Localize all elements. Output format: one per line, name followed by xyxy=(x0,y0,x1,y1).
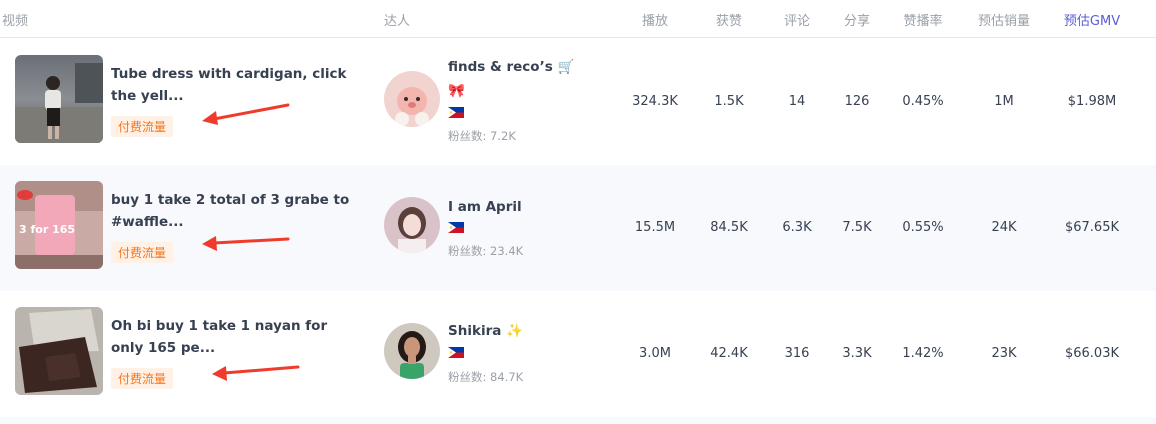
bow-icon: 🎀 xyxy=(448,83,465,99)
est-sales-value: 23K xyxy=(991,346,1017,361)
est-gmv-value: $66.03K xyxy=(1064,346,1119,361)
svg-text:3 for 165: 3 for 165 xyxy=(19,223,75,236)
follower-count: 粉丝数: 23.4K xyxy=(448,244,524,258)
header-plays[interactable]: 播放 xyxy=(620,10,690,29)
shares-value: 3.3K xyxy=(842,346,872,361)
header-shares[interactable]: 分享 xyxy=(822,10,892,29)
header-est-sales[interactable]: 预估销量 xyxy=(964,10,1044,29)
red-arrow-icon xyxy=(202,236,290,251)
likes-value: 42.4K xyxy=(710,346,748,361)
like-rate-value: 1.42% xyxy=(902,346,944,361)
next-row-edge xyxy=(0,417,1156,424)
paid-traffic-tag: 付费流量 xyxy=(111,242,174,263)
table-row[interactable]: 3 for 165 buy 1 take 2 total of 3 grabe … xyxy=(0,165,1156,291)
table-row[interactable]: Oh bi buy 1 take 1 nayan for only 165 pe… xyxy=(0,291,1156,417)
likes-value: 1.5K xyxy=(714,94,744,109)
video-thumbnail[interactable]: 3 for 165 xyxy=(15,181,103,269)
est-sales-value: 1M xyxy=(994,94,1014,109)
paid-traffic-tag: 付费流量 xyxy=(111,368,174,389)
follower-count: 粉丝数: 84.7K xyxy=(448,370,524,384)
est-sales-value: 24K xyxy=(991,220,1017,235)
header-video[interactable]: 视频 xyxy=(2,10,28,29)
video-thumbnail[interactable] xyxy=(15,55,103,143)
follower-count: 粉丝数: 7.2K xyxy=(448,129,516,143)
shares-value: 7.5K xyxy=(842,220,872,235)
video-title[interactable]: Oh bi buy 1 take 1 nayan for only 165 pe… xyxy=(111,315,351,359)
like-rate-value: 0.55% xyxy=(902,220,944,235)
philippines-flag-icon xyxy=(448,347,464,358)
creator-avatar[interactable] xyxy=(384,197,440,253)
header-like-rate[interactable]: 赞播率 xyxy=(888,10,958,29)
video-thumbnail[interactable] xyxy=(15,307,103,395)
creator-avatar[interactable] xyxy=(384,71,440,127)
likes-value: 84.5K xyxy=(710,220,748,235)
plays-value: 324.3K xyxy=(632,94,678,109)
header-likes[interactable]: 获赞 xyxy=(694,10,764,29)
like-rate-value: 0.45% xyxy=(902,94,944,109)
header-creator[interactable]: 达人 xyxy=(384,10,410,29)
plays-value: 3.0M xyxy=(639,346,671,361)
creator-name[interactable]: finds & reco’s 🛒 xyxy=(448,59,574,75)
est-gmv-value: $1.98M xyxy=(1067,94,1117,109)
plays-value: 15.5M xyxy=(634,220,676,235)
est-gmv-value: $67.65K xyxy=(1064,220,1119,235)
philippines-flag-icon xyxy=(448,222,464,233)
table-row[interactable]: Tube dress with cardigan, click the yell… xyxy=(0,39,1156,165)
creator-name[interactable]: Shikira ✨ xyxy=(448,323,523,339)
table-header: 视频 达人 播放 获赞 评论 分享 赞播率 预估销量 预估GMV xyxy=(0,0,1156,38)
paid-traffic-tag: 付费流量 xyxy=(111,116,174,137)
philippines-flag-icon xyxy=(448,107,464,118)
creator-name[interactable]: I am April xyxy=(448,199,522,215)
header-est-gmv[interactable]: 预估GMV xyxy=(1052,10,1132,29)
red-arrow-icon xyxy=(212,365,300,381)
creator-avatar[interactable] xyxy=(384,323,440,379)
shares-value: 126 xyxy=(844,94,870,109)
red-arrow-icon xyxy=(202,103,290,125)
